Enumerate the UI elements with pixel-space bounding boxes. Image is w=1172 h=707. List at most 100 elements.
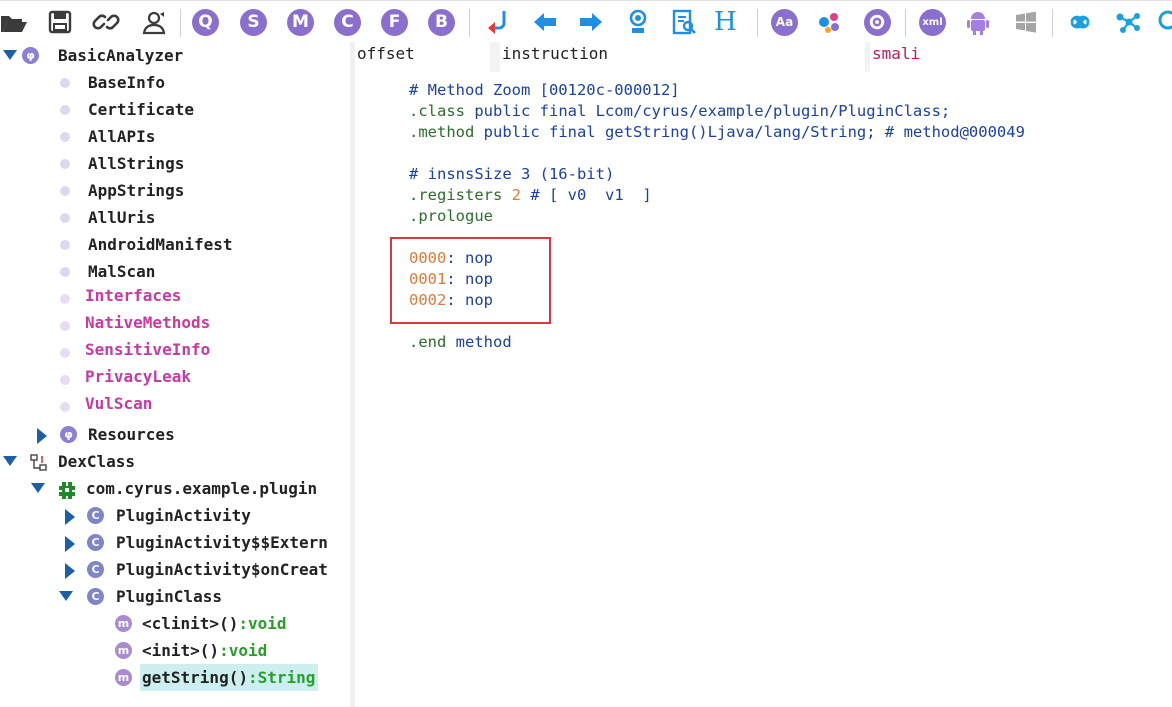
- expanded-triangle-icon[interactable]: [58, 583, 73, 610]
- tree-node-privacyleak[interactable]: PrivacyLeak: [0, 363, 350, 390]
- search-icon[interactable]: [1156, 8, 1172, 36]
- strings-s-icon[interactable]: S: [240, 9, 267, 36]
- code-line-comment: # insnsSize 3 (16-bit): [409, 165, 615, 183]
- tree-node-label: PluginClass: [116, 587, 222, 606]
- leaf-dot-icon: [60, 375, 70, 385]
- tree-node-interfaces[interactable]: Interfaces: [0, 282, 350, 309]
- tree-node-label: Interfaces: [85, 286, 182, 305]
- leaf-dot-icon: [60, 348, 70, 358]
- infinity-icon[interactable]: [1063, 8, 1097, 36]
- method-icon: m: [115, 642, 132, 659]
- expanded-triangle-icon[interactable]: [2, 448, 17, 475]
- xml-icon[interactable]: xml: [919, 9, 946, 36]
- methods-m-icon[interactable]: M: [287, 9, 314, 36]
- tree-node-method-selected[interactable]: m getString():String: [0, 664, 350, 691]
- collapsed-triangle-icon[interactable]: [64, 529, 78, 556]
- tree-node-allstrings[interactable]: AllStrings: [0, 150, 350, 177]
- tree-node-label: MalScan: [88, 262, 156, 281]
- fields-f-icon[interactable]: F: [381, 9, 408, 36]
- tree-node-allapis[interactable]: AllAPIs: [0, 123, 350, 150]
- code-text: method: [446, 333, 512, 351]
- leaf-dot-icon: [60, 213, 70, 223]
- code-line-registers: .registers 2 # [ v0 v1 ]: [409, 185, 652, 206]
- class-icon: C: [87, 534, 104, 551]
- font-aa-icon[interactable]: Aa: [771, 9, 798, 36]
- tree-node-class[interactable]: C PluginActivity$onCreat: [0, 556, 350, 583]
- column-header-smali[interactable]: smali: [870, 42, 1172, 72]
- tree-node-nativemethods[interactable]: NativeMethods: [0, 309, 350, 336]
- back-arrow-icon[interactable]: [531, 8, 559, 36]
- tree-node-label: AllUris: [88, 208, 156, 227]
- module-icon: φ: [60, 426, 77, 443]
- code-line-end-method: .end method: [409, 332, 512, 353]
- expanded-triangle-icon[interactable]: [30, 475, 45, 502]
- tree-node-vulscan[interactable]: VulScan: [0, 390, 350, 417]
- forward-arrow-icon[interactable]: [577, 8, 605, 36]
- jump-icon[interactable]: [484, 8, 512, 36]
- tree-node-class[interactable]: C PluginActivity$$Extern: [0, 529, 350, 556]
- tree-node-method[interactable]: m <clinit>():void: [0, 610, 350, 637]
- tree-node-class[interactable]: C PluginActivity: [0, 502, 350, 529]
- method-name: <init>(): [142, 641, 220, 660]
- tree-node-package[interactable]: com.cyrus.example.plugin: [0, 475, 350, 502]
- column-header-offset[interactable]: offset: [355, 42, 490, 72]
- pin-icon[interactable]: [624, 8, 652, 36]
- tree-node-label: SensitiveInfo: [85, 340, 211, 359]
- method-icon: m: [115, 669, 132, 686]
- collapsed-triangle-icon[interactable]: [64, 502, 78, 529]
- tree-node-label: PluginActivity$onCreat: [116, 560, 328, 579]
- tree-node-sensitiveinfo[interactable]: SensitiveInfo: [0, 336, 350, 363]
- tree-node-certificate[interactable]: Certificate: [0, 96, 350, 123]
- tree-node-alluris[interactable]: AllUris: [0, 204, 350, 231]
- tree-node-resources[interactable]: φ Resources: [0, 421, 350, 448]
- document-search-icon[interactable]: [670, 8, 698, 36]
- leaf-dot-icon: [60, 186, 70, 196]
- user-refresh-icon[interactable]: [140, 8, 168, 36]
- classes-c-icon[interactable]: C: [334, 9, 361, 36]
- android-icon[interactable]: [964, 8, 992, 36]
- bytes-b-icon[interactable]: B: [428, 9, 455, 36]
- link-icon[interactable]: [92, 8, 120, 36]
- column-header-instruction[interactable]: instruction: [500, 42, 865, 72]
- leaf-dot-icon: [60, 294, 70, 304]
- tree-node-method[interactable]: m <init>():void: [0, 637, 350, 664]
- tree-node-basicanalyzer[interactable]: φ BasicAnalyzer: [0, 42, 350, 69]
- leaf-dot-icon: [60, 402, 70, 412]
- leaf-dot-icon: [60, 267, 70, 277]
- save-icon[interactable]: [46, 8, 74, 36]
- open-folder-icon[interactable]: [0, 8, 28, 36]
- tree-node-label: AndroidManifest: [88, 235, 233, 254]
- leaf-dot-icon: [60, 78, 70, 88]
- network-icon[interactable]: [1113, 8, 1141, 36]
- windows-icon[interactable]: [1012, 8, 1040, 36]
- tree-node-label: PrivacyLeak: [85, 367, 191, 386]
- directive: .registers: [409, 186, 503, 204]
- code-line-prologue: .prologue: [409, 206, 493, 227]
- leaf-dot-icon: [60, 321, 70, 331]
- expanded-triangle-icon[interactable]: [2, 42, 17, 69]
- settings-gear-icon[interactable]: [864, 9, 891, 36]
- tree-node-label: BasicAnalyzer: [58, 46, 184, 65]
- collapsed-triangle-icon[interactable]: [64, 556, 78, 583]
- tree-node-pluginclass[interactable]: C PluginClass: [0, 583, 350, 610]
- leaf-dot-icon: [60, 105, 70, 115]
- tree-node-label: NativeMethods: [85, 313, 211, 332]
- tree-node-dexclass[interactable]: DexClass: [0, 448, 350, 475]
- highlight-annotation-box: [390, 237, 551, 324]
- heading-h-icon[interactable]: H: [714, 7, 742, 37]
- code-line-comment: # Method Zoom [00120c-000012]: [409, 81, 680, 99]
- tree-node-label: com.cyrus.example.plugin: [86, 479, 318, 498]
- tree-node-label: PluginActivity: [116, 506, 251, 525]
- method-return-type: :void: [238, 614, 287, 633]
- tree-node-malscan[interactable]: MalScan: [0, 258, 350, 285]
- method-name: getString(): [142, 668, 248, 687]
- search-q-icon[interactable]: Q: [192, 9, 219, 36]
- directive: .method: [409, 123, 475, 141]
- method-name: <clinit>(): [142, 614, 239, 633]
- palette-icon[interactable]: [815, 8, 843, 36]
- tree-node-appstrings[interactable]: AppStrings: [0, 177, 350, 204]
- collapsed-triangle-icon[interactable]: [36, 421, 50, 448]
- class-icon: C: [87, 507, 104, 524]
- tree-node-androidmanifest[interactable]: AndroidManifest: [0, 231, 350, 258]
- tree-node-baseinfo[interactable]: BaseInfo: [0, 69, 350, 96]
